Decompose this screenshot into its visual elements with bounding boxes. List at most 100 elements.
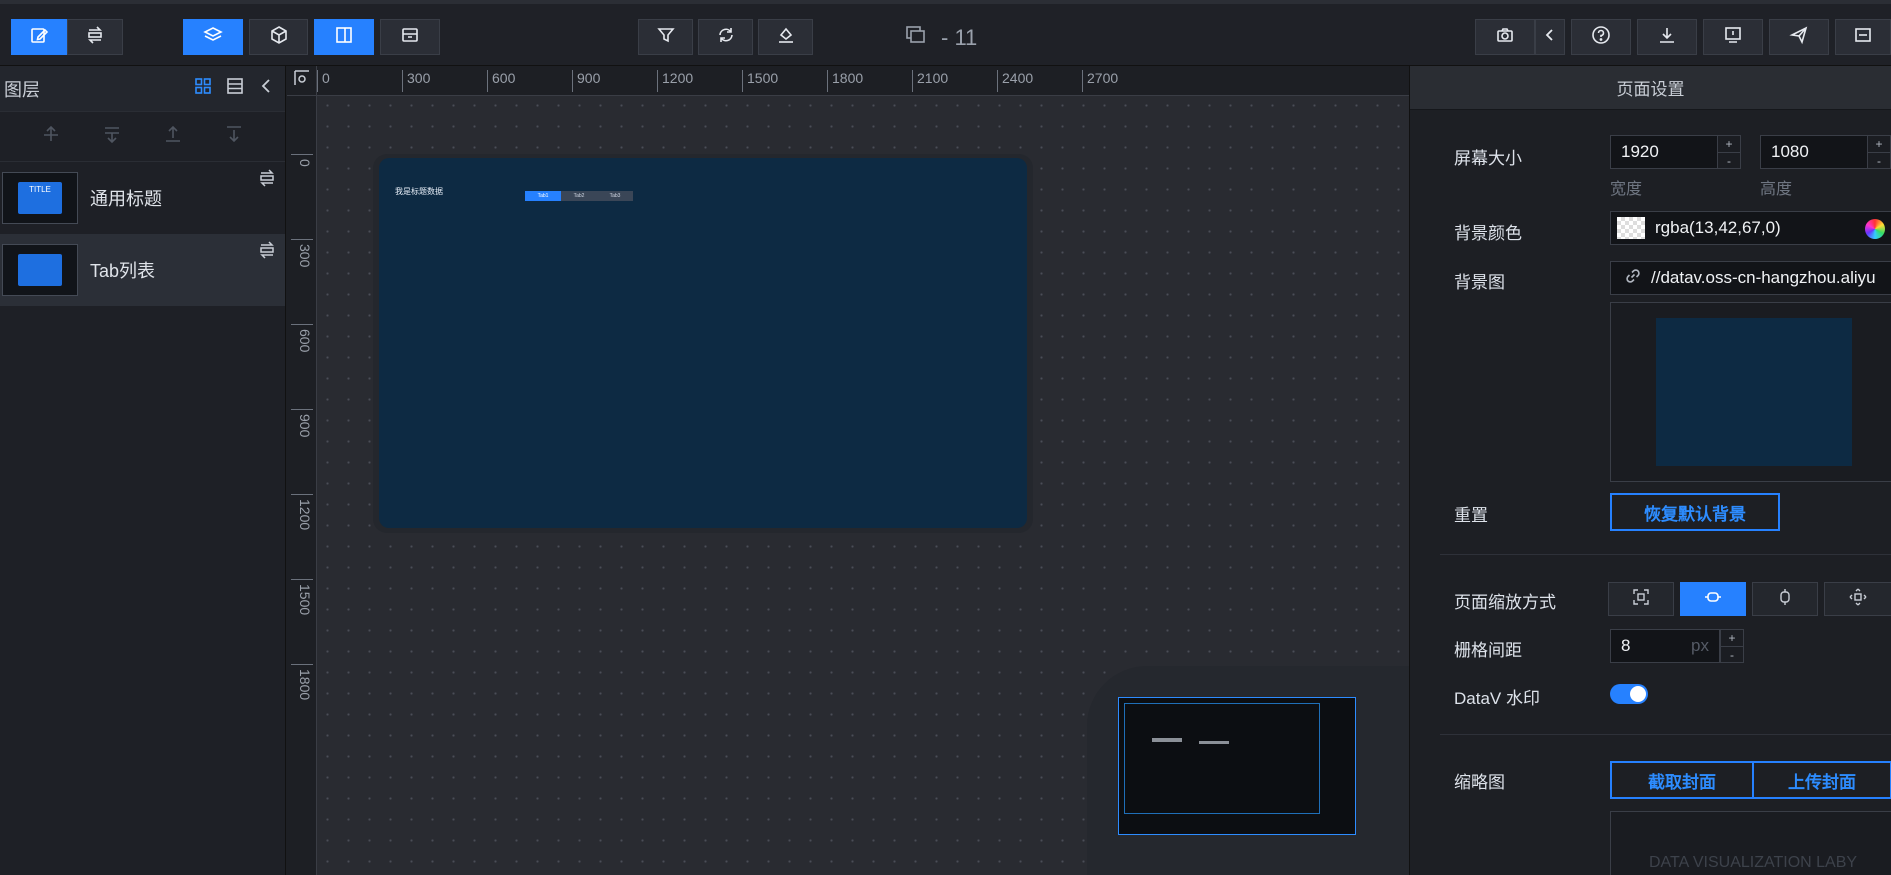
divider (1440, 554, 1891, 555)
scale-height-button[interactable] (1752, 582, 1818, 616)
grid-spacing-input[interactable]: 8 px (1610, 629, 1720, 663)
height-input[interactable]: 1080 (1760, 135, 1872, 169)
ruler-tick-label: 0 (317, 70, 330, 92)
filter-button[interactable] (638, 19, 693, 55)
ruler-tick-label: 900 (291, 409, 313, 437)
width-stepper[interactable]: + - (1717, 135, 1741, 169)
screen-stage[interactable] (379, 158, 1027, 528)
vertical-ruler: 0 300 600 900 1200 1500 1800 (287, 66, 317, 875)
ruler-tick-label: 1800 (827, 70, 863, 92)
minimap-title-mark (1152, 738, 1182, 742)
minimap[interactable] (1118, 697, 1356, 835)
refresh-button[interactable] (698, 19, 753, 55)
panel-icon (334, 25, 354, 50)
layer-thumbnail (2, 244, 78, 296)
upload-cover-button[interactable]: 上传封面 (1752, 761, 1891, 799)
layer-panel-header: 图层 (0, 66, 285, 112)
color-swatch (1617, 217, 1645, 239)
thumbnail-tab-preview (18, 254, 62, 286)
toggle-knob (1630, 686, 1646, 702)
layer-panel-title: 图层 (4, 79, 40, 100)
send-icon (1789, 25, 1809, 50)
move-up-icon[interactable] (40, 123, 62, 150)
ruler-tick-label: 600 (291, 324, 313, 352)
scale-fit-button[interactable] (1608, 582, 1674, 616)
edit-icon (29, 25, 49, 50)
layers-icon (203, 25, 223, 50)
move-bottom-icon[interactable] (223, 123, 245, 150)
paint-icon (776, 25, 796, 50)
stage-title-component[interactable]: 我是标题数据 (395, 186, 443, 197)
capture-cover-button[interactable]: 截取封面 (1610, 761, 1754, 799)
bg-image-preview[interactable] (1610, 302, 1891, 482)
height-stepper[interactable]: + - (1867, 135, 1891, 169)
download-button[interactable] (1637, 19, 1697, 55)
layer-item-title[interactable]: TITLE 通用标题 (0, 162, 285, 234)
pages-icon (905, 25, 927, 51)
grid-stepper[interactable]: + - (1720, 629, 1744, 663)
stage-tab: Tab2 (561, 191, 597, 201)
settings-header: 页面设置 (1410, 66, 1891, 110)
ruler-corner[interactable] (287, 66, 317, 96)
scale-width-button[interactable] (1680, 582, 1746, 616)
page-settings-panel: 页面设置 屏幕大小 1920 + - 1080 + - 宽度 高度 背景颜色 rgb… (1409, 66, 1891, 875)
bg-image-input[interactable]: //datav.oss-cn-hangzhou.aliyu (1610, 261, 1891, 295)
layer-swap-button[interactable] (67, 19, 123, 55)
fit-height-icon (1776, 588, 1794, 611)
grid-unit: px (1691, 636, 1709, 655)
config-panel-button[interactable] (314, 19, 374, 55)
ruler-tick-label: 1500 (291, 579, 313, 615)
stage-tab-component[interactable]: Tab1 Tab2 Tab3 (525, 191, 633, 201)
move-top-icon[interactable] (162, 123, 184, 150)
layer-swap-icon[interactable] (257, 168, 277, 193)
scale-mode-label: 页面缩放方式 (1454, 593, 1556, 612)
layer-swap-icon[interactable] (257, 240, 277, 265)
canvas-area[interactable]: 0 300 600 900 1200 1500 1800 2100 2400 2700 0 300 6… (287, 66, 1409, 875)
publish-button[interactable] (1769, 19, 1829, 55)
list-view-icon[interactable] (225, 76, 245, 101)
move-down-icon[interactable] (101, 123, 123, 150)
components-button[interactable] (249, 19, 308, 55)
scale-full-button[interactable] (1824, 582, 1891, 616)
cube-icon (269, 25, 289, 50)
grid-spacing-label: 栅格间距 (1454, 641, 1522, 660)
guide-toggle-icon (293, 69, 311, 92)
edit-mode-button[interactable] (11, 19, 67, 55)
watermark-label: DataV 水印 (1454, 689, 1540, 708)
layers-toggle-button[interactable] (183, 19, 243, 55)
help-icon (1591, 25, 1611, 50)
preview-button[interactable] (1703, 19, 1763, 55)
box-icon (400, 25, 420, 50)
help-button[interactable] (1571, 19, 1631, 55)
ruler-tick-label: 1200 (291, 494, 313, 530)
ruler-tick-label: 300 (291, 239, 313, 267)
bg-image-label: 背景图 (1454, 273, 1505, 292)
grid-view-icon[interactable] (193, 76, 213, 101)
ruler-tick-label: 2100 (912, 70, 948, 92)
collapse-chevron-icon[interactable] (257, 76, 277, 101)
layer-actions (0, 112, 285, 162)
layer-item-tab-list[interactable]: Tab列表 (0, 234, 285, 306)
bg-color-input[interactable]: rgba(13,42,67,0) (1610, 211, 1891, 245)
width-input[interactable]: 1920 (1610, 135, 1722, 169)
cover-watermark-text: DATA VISUALIZATION LABY (1649, 854, 1858, 871)
horizontal-ruler: 0 300 600 900 1200 1500 1800 2100 2400 2700 (287, 66, 1409, 96)
minimap-viewport[interactable] (1124, 703, 1320, 814)
layer-swap-icon (85, 25, 105, 50)
ruler-tick-label: 2400 (997, 70, 1033, 92)
paint-button[interactable] (758, 19, 813, 55)
bg-color-value: rgba(13,42,67,0) (1655, 218, 1781, 237)
menu-button[interactable] (1835, 19, 1891, 55)
snapshot-expand-button[interactable] (1535, 19, 1565, 55)
ruler-tick-label: 900 (572, 70, 600, 92)
thumbnail-label: 缩略图 (1454, 773, 1505, 792)
fit-width-icon (1704, 588, 1722, 611)
watermark-toggle[interactable] (1610, 684, 1648, 704)
color-picker-icon[interactable] (1865, 219, 1885, 239)
toolbox-button[interactable] (380, 19, 440, 55)
page-count: - 11 (941, 25, 978, 50)
reset-background-button[interactable]: 恢复默认背景 (1610, 493, 1780, 531)
snapshot-button[interactable] (1475, 19, 1535, 55)
screen-size-label: 屏幕大小 (1454, 149, 1522, 168)
ruler-tick-label: 600 (487, 70, 515, 92)
